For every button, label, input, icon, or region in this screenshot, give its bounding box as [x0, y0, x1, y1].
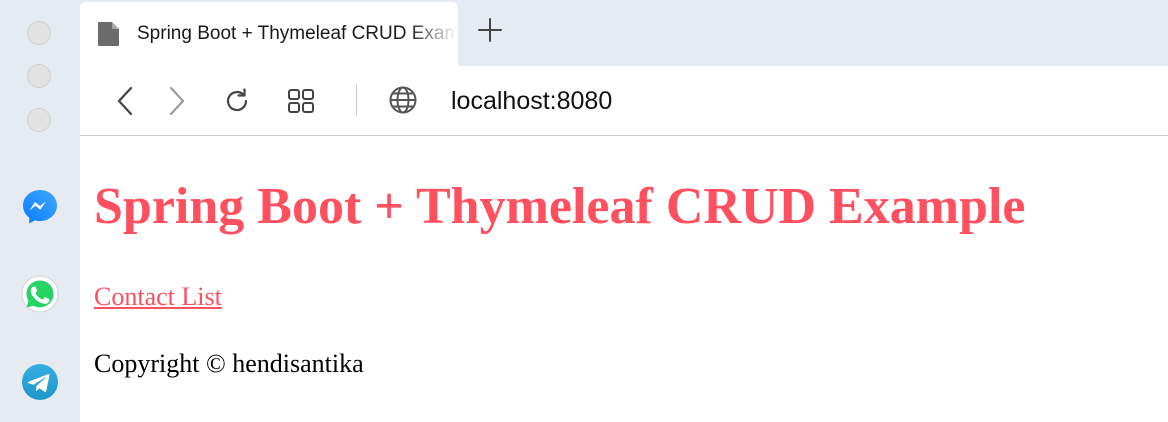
forward-button[interactable]: [161, 86, 191, 116]
telegram-icon[interactable]: [20, 362, 60, 402]
window-close-button[interactable]: [27, 21, 51, 45]
toolbar-divider: [356, 84, 357, 116]
page-title: Spring Boot + Thymeleaf CRUD Example: [94, 178, 1026, 235]
browser-tab[interactable]: Spring Boot + Thymeleaf CRUD Example: [80, 2, 458, 66]
tab-title: Spring Boot + Thymeleaf CRUD Example: [137, 23, 457, 44]
messenger-icon[interactable]: [20, 187, 60, 227]
grid-icon: [288, 89, 314, 113]
tab-grid-button[interactable]: [286, 86, 316, 116]
window-minimize-button[interactable]: [27, 64, 51, 88]
browser-toolbar: localhost:8080: [80, 66, 1168, 136]
whatsapp-icon[interactable]: [20, 274, 60, 314]
globe-icon: [389, 86, 417, 114]
plus-icon[interactable]: [477, 17, 503, 43]
address-bar[interactable]: localhost:8080: [451, 86, 612, 116]
document-icon: [98, 22, 119, 46]
reload-icon: [226, 88, 248, 112]
tab-strip: Spring Boot + Thymeleaf CRUD Example: [80, 0, 1168, 66]
contact-list-link[interactable]: Contact List: [94, 279, 222, 315]
copyright-footer: Copyright © hendisantika: [94, 349, 364, 378]
chevron-right-icon: [169, 86, 185, 116]
reload-button[interactable]: [222, 86, 252, 116]
sidebar: [0, 0, 80, 422]
back-button[interactable]: [111, 86, 141, 116]
browser-window: Spring Boot + Thymeleaf CRUD Example loc…: [0, 0, 1168, 422]
chevron-left-icon: [117, 86, 133, 116]
window-maximize-button[interactable]: [27, 108, 51, 132]
